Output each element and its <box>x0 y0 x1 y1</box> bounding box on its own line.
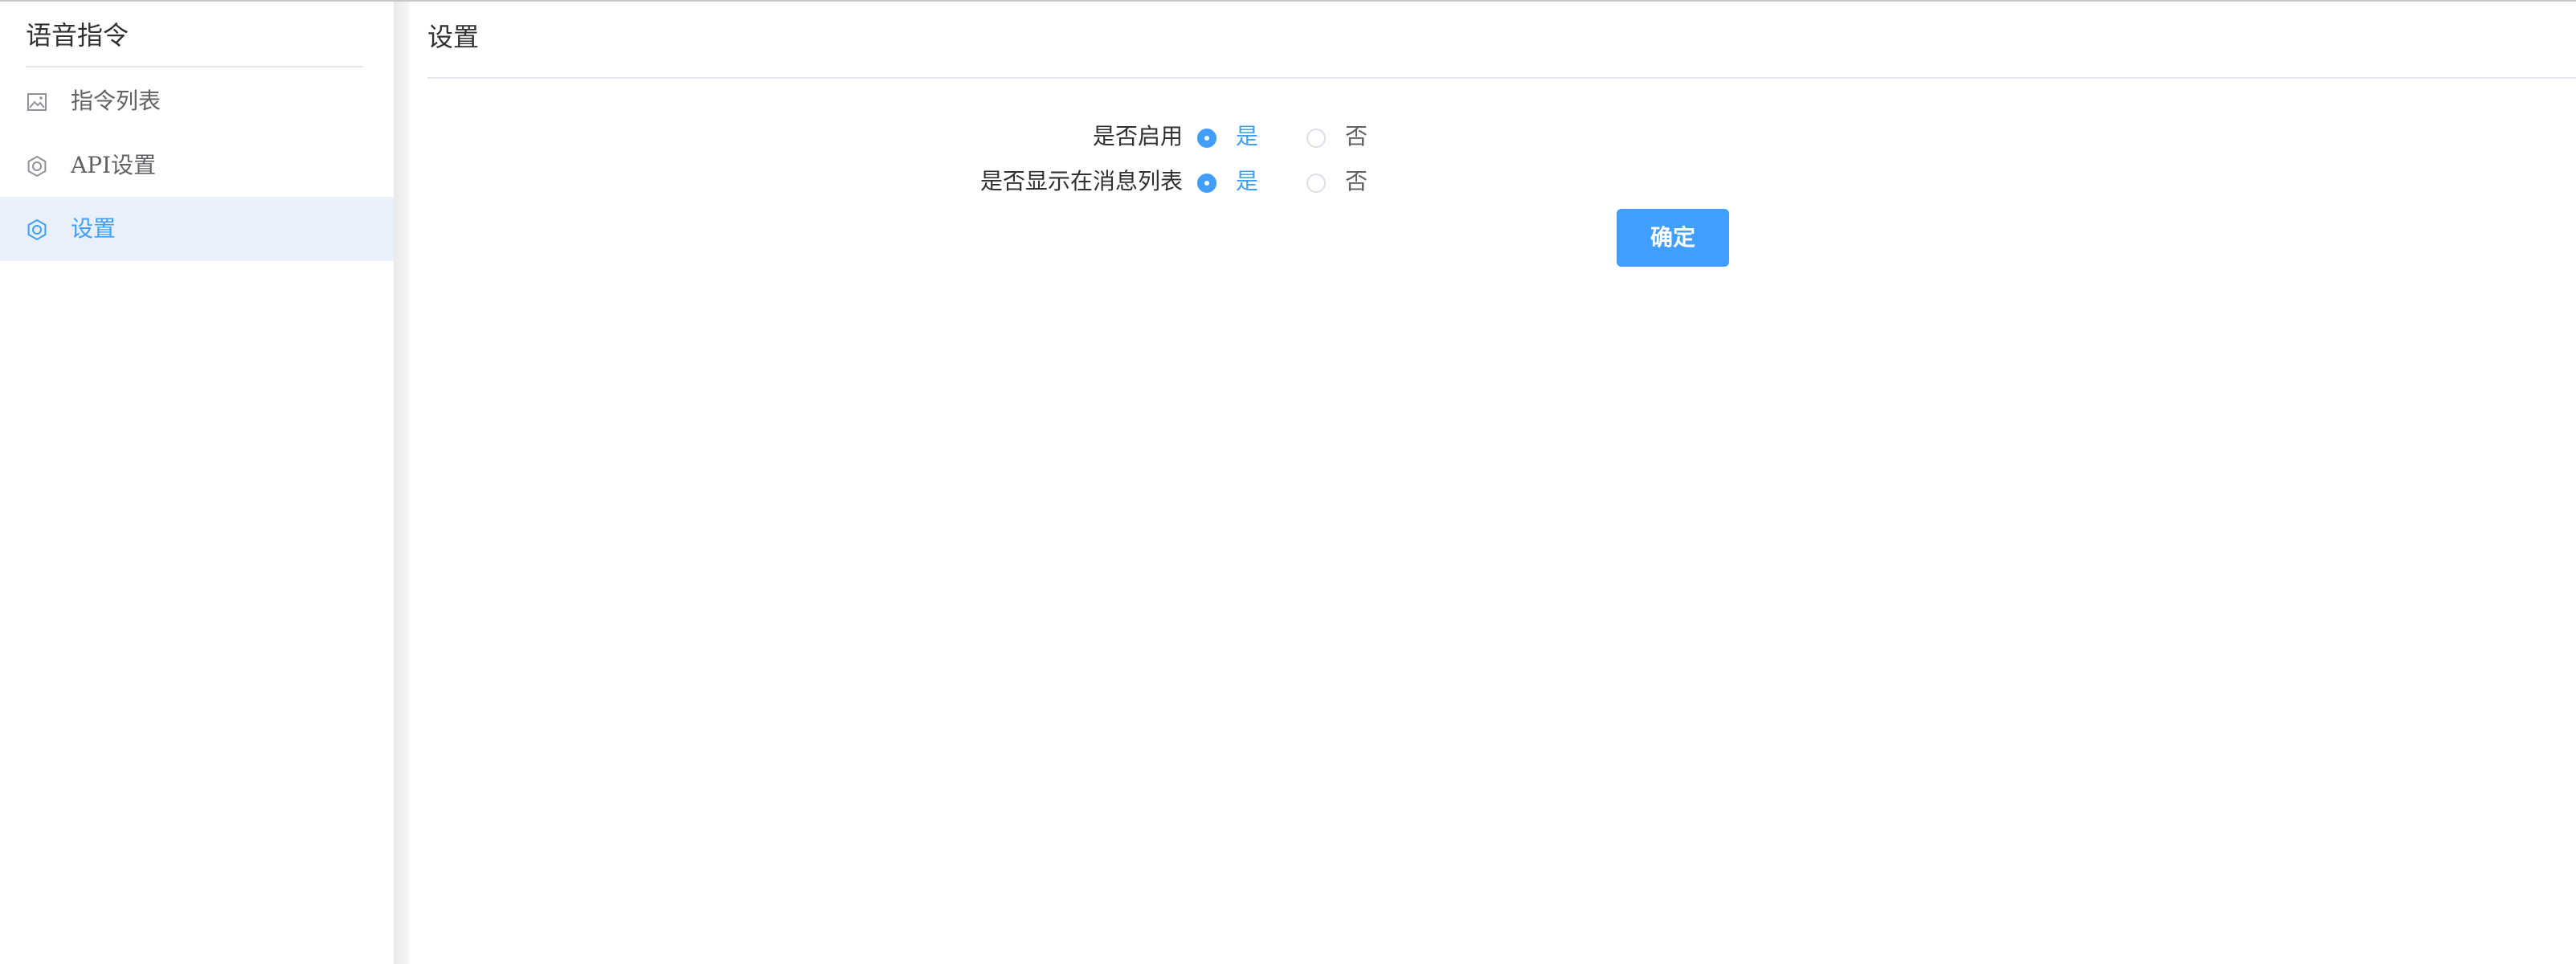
sidebar-item-label: 指令列表 <box>71 88 162 114</box>
radio-label: 是 <box>1236 168 1259 194</box>
sidebar-item-settings[interactable]: 设置 <box>0 197 394 261</box>
enable-radio-yes[interactable]: 是 <box>1197 120 1278 153</box>
gear-icon <box>27 219 47 241</box>
sidebar: 语音指令 指令列表 API设置 设置 <box>0 2 394 964</box>
confirm-button[interactable]: 确定 <box>1617 209 1729 267</box>
show-in-message-list-label: 是否显示在消息列表 <box>979 168 1183 194</box>
enable-radio-no[interactable]: 否 <box>1306 120 1387 153</box>
image-icon <box>27 93 47 111</box>
show-in-list-radio-yes[interactable]: 是 <box>1197 165 1278 198</box>
radio-label: 否 <box>1345 123 1368 149</box>
radio-dot <box>1306 174 1326 193</box>
header-divider <box>427 77 2576 79</box>
sidebar-item-command-list[interactable]: 指令列表 <box>0 69 394 133</box>
radio-dot <box>1306 129 1326 148</box>
show-in-list-radio-no[interactable]: 否 <box>1306 165 1387 198</box>
sidebar-title: 语音指令 <box>26 20 129 51</box>
radio-dot <box>1197 129 1216 148</box>
sidebar-divider <box>26 66 363 67</box>
radio-label: 否 <box>1345 168 1368 194</box>
sidebar-item-label: 设置 <box>71 215 117 242</box>
radio-label: 是 <box>1236 123 1259 149</box>
sidebar-resize-edge <box>394 2 410 964</box>
sidebar-item-api-settings[interactable]: API设置 <box>0 133 394 198</box>
enable-label: 是否启用 <box>1092 123 1183 149</box>
page-title: 设置 <box>427 22 480 52</box>
gear-icon <box>27 155 47 178</box>
sidebar-item-label: API设置 <box>71 152 157 178</box>
radio-dot <box>1197 174 1216 193</box>
